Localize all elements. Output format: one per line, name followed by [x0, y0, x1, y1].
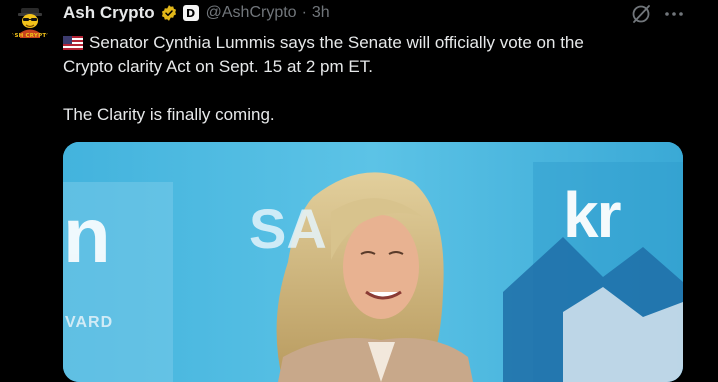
backdrop-center-letters: SA — [249, 197, 327, 260]
avatar-caption: ASH CRYPTO — [10, 33, 50, 39]
timestamp[interactable]: 3h — [312, 4, 330, 22]
display-name[interactable]: Ash Crypto — [63, 3, 155, 23]
tweet-line-1-text: Senator Cynthia Lummis says the Senate w… — [89, 33, 584, 52]
affiliate-badge[interactable]: D — [182, 5, 199, 21]
tweet-line-3: The Clarity is finally coming. — [63, 105, 275, 124]
tweet-line-2: Crypto clarity Act on Sept. 15 at 2 pm E… — [63, 57, 373, 76]
backdrop-left-caption: VARD — [65, 314, 114, 331]
avatar[interactable]: ASH CRYPTO — [10, 4, 50, 44]
tweet-media-video[interactable]: n VARD SA kr — [63, 142, 683, 382]
verified-badge-icon[interactable] — [160, 4, 178, 22]
us-flag-icon — [63, 33, 83, 50]
more-options-icon[interactable] — [663, 4, 685, 24]
separator-dot: · — [301, 4, 307, 21]
tweet-line-1: Senator Cynthia Lummis says the Senate w… — [63, 31, 703, 55]
tweet-header: Ash Crypto D @AshCrypto · 3h — [63, 2, 330, 24]
backdrop-left-letter: n — [63, 191, 111, 279]
tweet-card[interactable]: ASH CRYPTO Ash Crypto D @AshCrypto · 3h — [0, 0, 718, 382]
grok-icon[interactable] — [630, 3, 652, 25]
backdrop-logo-text: kr — [563, 179, 621, 251]
tweet-text: Senator Cynthia Lummis says the Senate w… — [63, 31, 703, 127]
user-handle[interactable]: @AshCrypto — [206, 4, 297, 22]
